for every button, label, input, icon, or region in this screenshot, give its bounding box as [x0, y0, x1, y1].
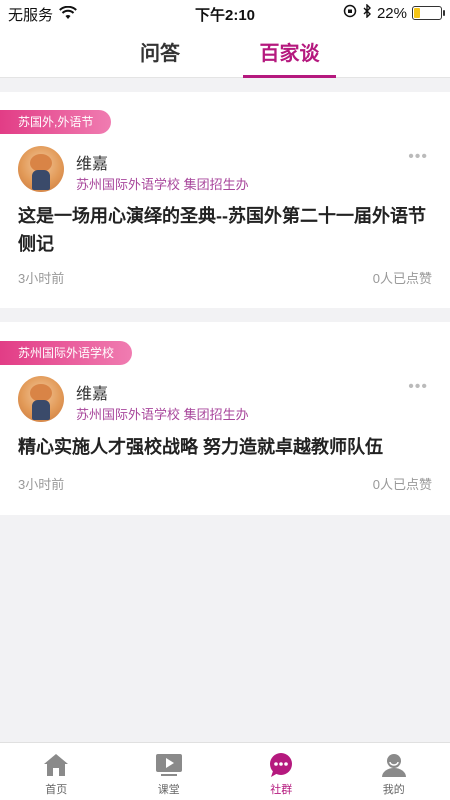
like-count[interactable]: 0人已点赞	[373, 474, 432, 493]
post-title[interactable]: 精心实施人才强校战略 努力造就卓越教师队伍	[18, 433, 432, 461]
post-time: 3小时前	[18, 271, 65, 286]
author-name[interactable]: 维嘉	[76, 380, 108, 404]
nav-item-community[interactable]: 社群	[225, 743, 338, 800]
battery-fill	[414, 8, 420, 18]
orientation-lock-icon	[343, 4, 357, 22]
nav-label: 社群	[270, 784, 293, 796]
bluetooth-icon	[362, 3, 372, 22]
more-options-icon[interactable]: •••	[408, 148, 428, 166]
post-card[interactable]: 苏州国际外语学校 维嘉 苏州国际外语学校 集团招生办 ••• 精心实施人才强校战…	[0, 322, 450, 515]
post-tag[interactable]: 苏州国际外语学校	[0, 341, 133, 365]
nav-label: 我的	[382, 784, 405, 796]
home-icon	[42, 752, 70, 778]
like-count[interactable]: 0人已点赞	[373, 268, 432, 287]
post-title[interactable]: 这是一场用心演绎的圣典--苏国外第二十一届外语节侧记	[18, 202, 432, 258]
avatar[interactable]	[18, 146, 64, 192]
avatar[interactable]	[18, 376, 64, 422]
nav-label: 课堂	[157, 784, 180, 796]
video-icon	[155, 752, 183, 778]
user-icon	[380, 752, 408, 778]
chat-icon	[267, 752, 295, 778]
author-org: 苏州国际外语学校 集团招生办	[76, 177, 249, 192]
more-options-icon[interactable]: •••	[408, 378, 428, 396]
status-bar: 无服务 下午2:10 22%	[0, 0, 450, 26]
nav-item-classroom[interactable]: 课堂	[113, 743, 226, 800]
post-time: 3小时前	[18, 477, 65, 492]
battery-percent: 22%	[376, 4, 407, 22]
tab-baijiatan[interactable]: 百家谈	[243, 26, 336, 78]
post-card[interactable]: 苏国外,外语节 维嘉 苏州国际外语学校 集团招生办 ••• 这是一场用心演绎的圣…	[0, 92, 450, 308]
nav-label: 首页	[45, 784, 68, 796]
nav-item-mine[interactable]: 我的	[338, 743, 450, 800]
battery-icon	[412, 6, 445, 20]
post-tag[interactable]: 苏国外,外语节	[0, 110, 112, 134]
status-right: 22%	[343, 3, 445, 22]
tab-wenda[interactable]: 问答	[110, 26, 210, 77]
nav-item-home[interactable]: 首页	[0, 743, 113, 800]
top-tabs: 问答 百家谈	[0, 26, 450, 78]
author-org: 苏州国际外语学校 集团招生办	[76, 407, 249, 422]
author-name[interactable]: 维嘉	[76, 150, 108, 174]
bottom-nav: 首页 课堂 社群 我的	[0, 742, 450, 800]
